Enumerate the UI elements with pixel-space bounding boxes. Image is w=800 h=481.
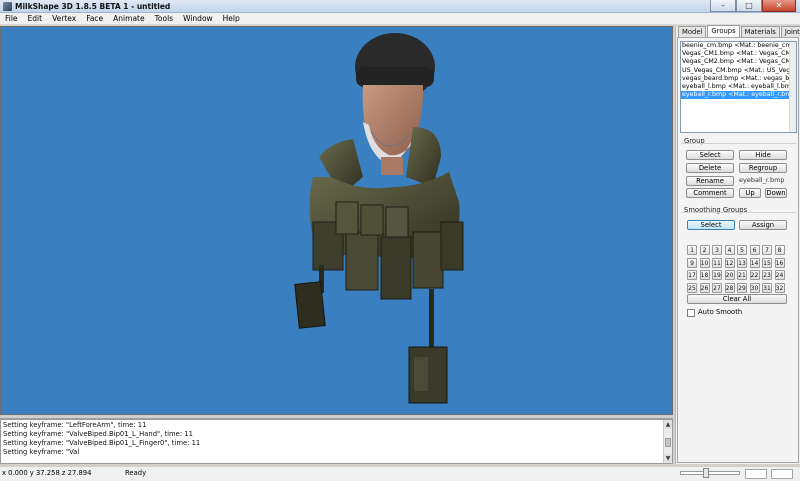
smoothing-group-button[interactable]: 23 [762,270,772,280]
window-title: MilkShape 3D 1.8.5 BETA 1 - untitled [15,1,171,11]
tab-materials[interactable]: Materials [740,26,780,37]
smoothing-group-button[interactable]: 2 [699,245,710,255]
smoothing-group-button[interactable]: 1 [687,245,697,255]
group-divider [681,143,796,144]
smoothing-group-button[interactable]: 32 [774,282,785,293]
clear-all-button[interactable]: Clear All [687,294,787,304]
group-item[interactable]: US_Vegas_CM.bmp <Mat.: US_Vegas_CM.bmp> [681,67,796,75]
group-item[interactable]: beenie_cm.bmp <Mat.: beenie_cm.bmp> [681,42,796,50]
smoothing-group-button[interactable]: 22 [749,270,760,280]
groups-tab-body: beenie_cm.bmp <Mat.: beenie_cm.bmp> Vega… [677,37,799,463]
group-item[interactable]: eyeball_l.bmp <Mat.: eyeball_l.bmp> [681,83,796,91]
groups-list[interactable]: beenie_cm.bmp <Mat.: beenie_cm.bmp> Vega… [680,41,797,133]
minimize-button[interactable]: – [710,0,736,12]
tab-joints[interactable]: Joints [780,26,800,37]
title-bar: MilkShape 3D 1.8.5 BETA 1 - untitled – □… [0,0,800,13]
group-delete-button[interactable]: Delete [686,163,734,173]
cursor-coordinates: x 0.000 y 37.258 z 27.894 [2,469,92,477]
panel-tabs: Model Groups Materials Joints [678,25,800,37]
maximize-button[interactable]: □ [736,0,762,12]
scroll-down-icon[interactable]: ▼ [664,454,672,463]
properties-panel: Model Groups Materials Joints beenie_cm.… [675,25,800,464]
smoothing-group-button[interactable]: 17 [687,270,697,280]
auto-smooth-label: Auto Smooth [698,308,743,316]
log-line: Setting keyframe: "LeftForeArm", time: 1… [3,421,147,429]
smoothing-group-button[interactable]: 9 [687,257,697,268]
close-button[interactable]: ✕ [762,0,796,12]
rename-field[interactable]: eyeball_r.bmp [739,175,784,185]
smoothing-group-button[interactable]: 29 [737,282,747,293]
menu-tools[interactable]: Tools [150,13,178,25]
status-text: Ready [125,469,147,477]
smoothing-group-button[interactable]: 21 [737,270,747,280]
smoothing-group-button[interactable]: 25 [687,282,697,293]
auto-smooth-checkbox[interactable] [687,309,695,317]
smoothing-group-button[interactable]: 26 [699,282,710,293]
smoothing-assign-button[interactable]: Assign [739,220,787,230]
smoothing-group-button[interactable]: 7 [762,245,772,255]
frame-field[interactable] [745,469,767,479]
frame-slider[interactable] [680,468,740,478]
smoothing-group-button[interactable]: 12 [724,257,735,268]
comment-button[interactable]: Comment [686,188,734,198]
smoothing-group-button[interactable]: 30 [749,282,760,293]
smoothing-group-button[interactable]: 19 [712,270,722,280]
group-select-button[interactable]: Select [686,150,734,160]
smoothing-group-button[interactable]: 6 [749,245,760,255]
smoothing-group-button[interactable]: 5 [737,245,747,255]
window-controls: – □ ✕ [710,0,796,12]
menu-face[interactable]: Face [81,13,108,25]
menu-help[interactable]: Help [218,13,245,25]
group-hide-button[interactable]: Hide [739,150,787,160]
log-line: Setting keyframe: "ValveBiped.Bip01_L_Fi… [3,439,201,447]
menu-animate[interactable]: Animate [108,13,149,25]
move-down-button[interactable]: Down [765,188,787,198]
smoothing-select-button[interactable]: Select [687,220,735,230]
log-line: Setting keyframe: "ValveBiped.Bip01_L_Ha… [3,430,193,438]
group-item-selected[interactable]: eyeball_r.bmp <Mat.: eyeball_r.bmp> [681,91,796,100]
smoothing-group-button[interactable]: 31 [762,282,772,293]
smoothing-group-button[interactable]: 28 [724,282,735,293]
smoothing-group-button[interactable]: 4 [724,245,735,255]
smoothing-group-button[interactable]: 3 [712,245,722,255]
log-line: Setting keyframe: "Val [3,448,80,456]
smoothing-group-button[interactable]: 15 [762,257,772,268]
group-item[interactable]: Vegas_CM2.bmp <Mat.: Vegas_CM2.bmp> [681,58,796,66]
scroll-thumb[interactable] [665,438,671,447]
menu-window[interactable]: Window [178,13,218,25]
smoothing-divider [681,212,796,213]
smoothing-group-button[interactable]: 10 [699,257,710,268]
tab-groups[interactable]: Groups [707,25,740,37]
regroup-button[interactable]: Regroup [739,163,787,173]
tab-model[interactable]: Model [678,26,707,37]
group-item[interactable]: Vegas_CM1.bmp <Mat.: Vegas_CM1.bmp> [681,50,796,58]
smoothing-group-grid: 1 2 3 4 5 6 7 8 9 10 11 12 13 14 15 16 1… [687,245,787,293]
app-icon [3,1,12,11]
menu-vertex[interactable]: Vertex [47,13,81,25]
status-bar: x 0.000 y 37.258 z 27.894 Ready [0,466,800,481]
frame-count-field[interactable] [771,469,793,479]
smoothing-group-button[interactable]: 27 [712,282,722,293]
3d-viewport[interactable] [0,26,673,415]
scroll-up-icon[interactable]: ▲ [664,420,672,429]
frame-slider-thumb[interactable] [703,468,709,478]
rename-button[interactable]: Rename [686,176,734,186]
smoothing-group-button[interactable]: 11 [712,257,722,268]
message-log: Setting keyframe: "LeftForeArm", time: 1… [0,419,673,464]
menu-edit[interactable]: Edit [23,13,48,25]
smoothing-group-button[interactable]: 16 [774,257,785,268]
log-scrollbar[interactable]: ▲ ▼ [663,420,672,463]
group-item[interactable]: vegas_beard.bmp <Mat.: vegas_beard.bmp> [681,75,796,83]
smoothing-group-button[interactable]: 20 [724,270,735,280]
move-up-button[interactable]: Up [739,188,761,198]
smoothing-group-button[interactable]: 14 [749,257,760,268]
smoothing-group-button[interactable]: 13 [737,257,747,268]
groups-list-scrollbar[interactable] [789,42,796,132]
character-model [294,33,464,404]
smoothing-group-button[interactable]: 18 [699,270,710,280]
menu-file[interactable]: File [0,13,23,25]
smoothing-group-button[interactable]: 24 [774,270,785,280]
menu-bar: File Edit Vertex Face Animate Tools Wind… [0,13,800,25]
smoothing-group-button[interactable]: 8 [774,245,785,255]
